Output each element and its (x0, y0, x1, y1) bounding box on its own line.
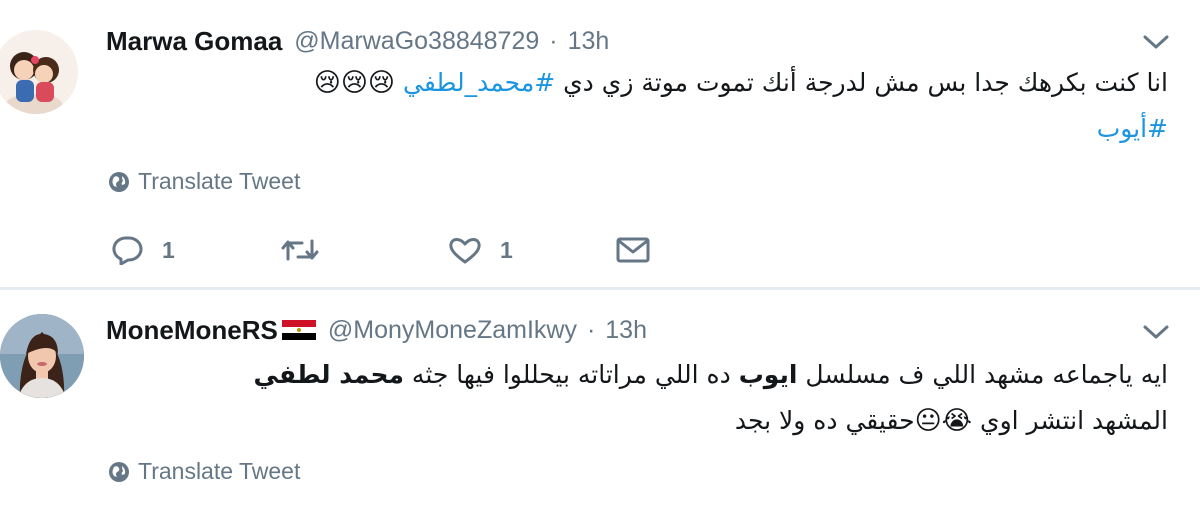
display-name[interactable]: Marwa Gomaa (106, 26, 282, 57)
reply-icon (112, 236, 143, 265)
bold-keyword: محمد لطفي (253, 360, 404, 389)
retweet-icon (281, 239, 319, 261)
tweet-text-body: ده اللي مراتاته بيحللوا فيها جثه (403, 360, 739, 389)
avatar-illustration (0, 30, 78, 114)
hashtag-link[interactable]: #أيوب (1097, 114, 1168, 143)
tweet-actions: 1 1 (110, 228, 650, 272)
tweet-text-body: انا كنت بكرهك جدا بس مش لدرجة أنك تموت م… (555, 68, 1168, 97)
hashtag-link[interactable]: #محمد_لطفي (403, 68, 555, 97)
direct-message-icon (616, 237, 650, 263)
emoji-group: 😭😐 (914, 406, 973, 436)
translate-label: Translate Tweet (138, 458, 301, 484)
chevron-down-icon[interactable] (1142, 322, 1170, 342)
avatar[interactable] (0, 30, 78, 114)
chevron-down-icon[interactable] (1142, 32, 1170, 52)
globe-icon (109, 171, 129, 192)
tweet-header: MoneMoneRS @MonyMoneZamIkwy · 13h (106, 313, 647, 347)
like-icon (449, 238, 481, 264)
globe-icon (109, 461, 129, 482)
translate-tweet-link[interactable]: Translate Tweet (108, 168, 300, 195)
like-button[interactable]: 1 (448, 235, 616, 265)
tweet-text-body: ايه ياجماعه مشهد اللي ف مسلسل (797, 360, 1168, 389)
emoji-crying: 😢😢😢 (313, 68, 396, 98)
tweet[interactable]: Marwa Gomaa @MarwaGo38848729 · 13h انا ك… (0, 0, 1200, 288)
tweet-text-body: حقيقي ده ولا بجد (734, 406, 915, 435)
translate-tweet-link[interactable]: Translate Tweet (108, 458, 300, 485)
direct-message-button[interactable] (616, 236, 650, 264)
bold-keyword: ايوب (738, 360, 798, 389)
like-count: 1 (500, 236, 513, 263)
reply-count: 1 (162, 236, 175, 263)
tweet[interactable]: MoneMoneRS @MonyMoneZamIkwy · 13h ايه يا… (0, 290, 1200, 519)
separator-dot: · (586, 315, 596, 344)
reply-button[interactable]: 1 (110, 235, 280, 265)
tweet-text-body: المشهد انتشر اوي (972, 406, 1168, 435)
timestamp[interactable]: 13h (605, 316, 647, 345)
display-name[interactable]: MoneMoneRS (106, 315, 278, 346)
tweet-header: Marwa Gomaa @MarwaGo38848729 · 13h (106, 24, 609, 58)
retweet-button[interactable] (280, 235, 448, 265)
egypt-flag-icon (281, 320, 316, 340)
avatar[interactable] (0, 314, 84, 398)
tweet-text: ايه ياجماعه مشهد اللي ف مسلسل ايوب ده ال… (110, 352, 1168, 444)
translate-label: Translate Tweet (138, 168, 301, 194)
user-handle[interactable]: @MarwaGo38848729 (294, 27, 539, 56)
separator-dot: · (549, 26, 558, 55)
avatar-photo (0, 314, 84, 398)
timestamp[interactable]: 13h (568, 27, 610, 56)
user-handle[interactable]: @MonyMoneZamIkwy (328, 316, 577, 345)
tweet-text: انا كنت بكرهك جدا بس مش لدرجة أنك تموت م… (110, 60, 1168, 152)
